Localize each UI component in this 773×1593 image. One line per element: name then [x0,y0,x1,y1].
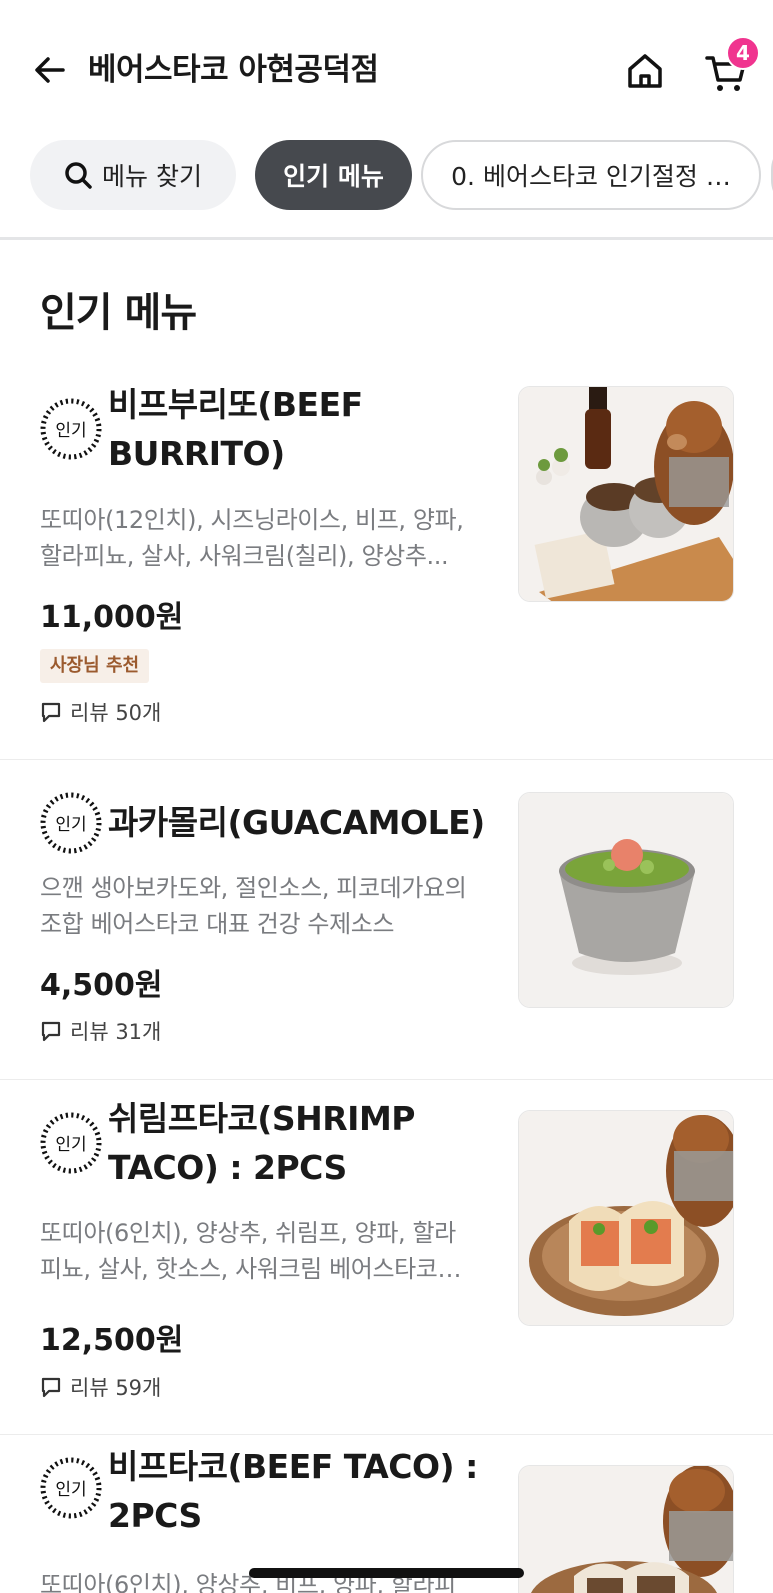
item-name: 쉬림프타코(SHRIMP TACO) : 2PCS [108,1094,488,1192]
popular-badge-icon: 인기 [38,1110,104,1176]
top-app-bar: 베어스타코 아현공덕점 4 [0,0,773,130]
menu-item[interactable]: 인기 쉬림프타코(SHRIMP TACO) : 2PCS 또띠아(6인치), 양… [0,1080,773,1435]
home-button[interactable] [620,46,670,96]
tab-category-0[interactable]: 0. 베어스타코 인기절정 … [421,140,761,210]
item-name-line: 2PCS [108,1496,202,1535]
item-price: 4,500원 [40,968,163,1003]
menu-item[interactable]: 인기 과카몰리(GUACAMOLE) 으깬 생아보카도와, 절인소스, 피코데가… [0,760,773,1080]
menu-item[interactable]: 인기 비프부리또(BEEF BURRITO) 또띠아(12인치), 시즈닝라이스… [0,362,773,760]
item-description: 또띠아(6인치), 양상추, 쉬림프, 양파, 할라 피뇨, 살사, 핫소스, … [40,1215,495,1287]
item-name-line: 비프부리또(BEEF [108,385,363,424]
menu-search-label: 메뉴 찾기 [102,162,202,191]
popular-badge-icon: 인기 [38,790,104,856]
item-desc-line: 또띠아(6인치), 양상추, 쉬림프, 양파, 할라 [40,1219,456,1247]
comment-icon [41,1021,61,1042]
item-review-count: 리뷰 31개 [40,1016,161,1046]
comment-icon [41,702,61,723]
item-photo [518,1110,734,1326]
item-name-line: 과카몰리(GUACAMOLE) [108,803,485,842]
item-review-count: 리뷰 50개 [40,697,161,727]
item-name-line: BURRITO) [108,434,285,473]
back-button[interactable] [28,48,72,92]
popular-badge-label: 인기 [55,815,86,835]
item-desc-line: 할라피뇨, 살사, 사워크림(칠리), 양상추... [40,542,449,570]
store-title: 베어스타코 아현공덕점 [88,52,379,88]
item-name: 비프부리또(BEEF BURRITO) [108,380,488,478]
review-label: 리뷰 50개 [70,701,162,725]
item-desc-line: 또띠아(12인치), 시즈닝라이스, 비프, 양파, [40,506,464,534]
item-name: 과카몰리(GUACAMOLE) [108,798,488,847]
item-description: 으깬 생아보카도와, 절인소스, 피코데가요의 조합 베어스타코 대표 건강 수… [40,870,495,942]
item-name-line: 비프타코(BEEF TACO) : [108,1447,478,1486]
item-desc-line: 조합 베어스타코 대표 건강 수제소스 [40,910,395,938]
comment-icon [41,1377,61,1398]
item-review-count: 리뷰 59개 [40,1372,161,1402]
tabs-divider [0,237,773,240]
item-desc-line: 피뇨, 살사, 핫소스, 사워크림 베어스타코… [40,1255,462,1283]
item-price: 11,000원 [40,600,184,635]
popular-badge-label: 인기 [55,1135,86,1155]
item-photo [518,386,734,602]
tab-popular-menu[interactable]: 인기 메뉴 [255,140,412,210]
search-icon [65,162,92,189]
item-photo [518,1465,734,1593]
review-label: 리뷰 59개 [70,1376,162,1400]
item-desc-line: 으깬 생아보카도와, 절인소스, 피코데가요의 [40,874,467,902]
popular-badge-label: 인기 [55,1480,86,1500]
item-photo [518,792,734,1008]
item-price: 12,500원 [40,1323,184,1358]
cart-count-badge: 4 [726,36,760,70]
popular-badge-icon: 인기 [38,396,104,462]
item-description: 또띠아(12인치), 시즈닝라이스, 비프, 양파, 할라피뇨, 살사, 사워크… [40,502,495,574]
menu-search-button[interactable]: 메뉴 찾기 [30,140,236,210]
popular-badge-icon: 인기 [38,1455,104,1521]
back-arrow-icon [35,57,65,83]
item-name-line: TACO) : 2PCS [108,1148,347,1187]
item-name-line: 쉬림프타코(SHRIMP [108,1099,415,1138]
owner-recommend-tag: 사장님 추천 [40,649,150,683]
review-label: 리뷰 31개 [70,1020,162,1044]
item-name: 비프타코(BEEF TACO) : 2PCS [108,1442,508,1540]
home-icon [628,54,662,88]
section-title: 인기 메뉴 [40,290,197,336]
home-indicator [249,1568,524,1578]
popular-badge-label: 인기 [55,421,86,441]
category-tabs: 메뉴 찾기 인기 메뉴 0. 베어스타코 인기절정 … [0,138,773,212]
